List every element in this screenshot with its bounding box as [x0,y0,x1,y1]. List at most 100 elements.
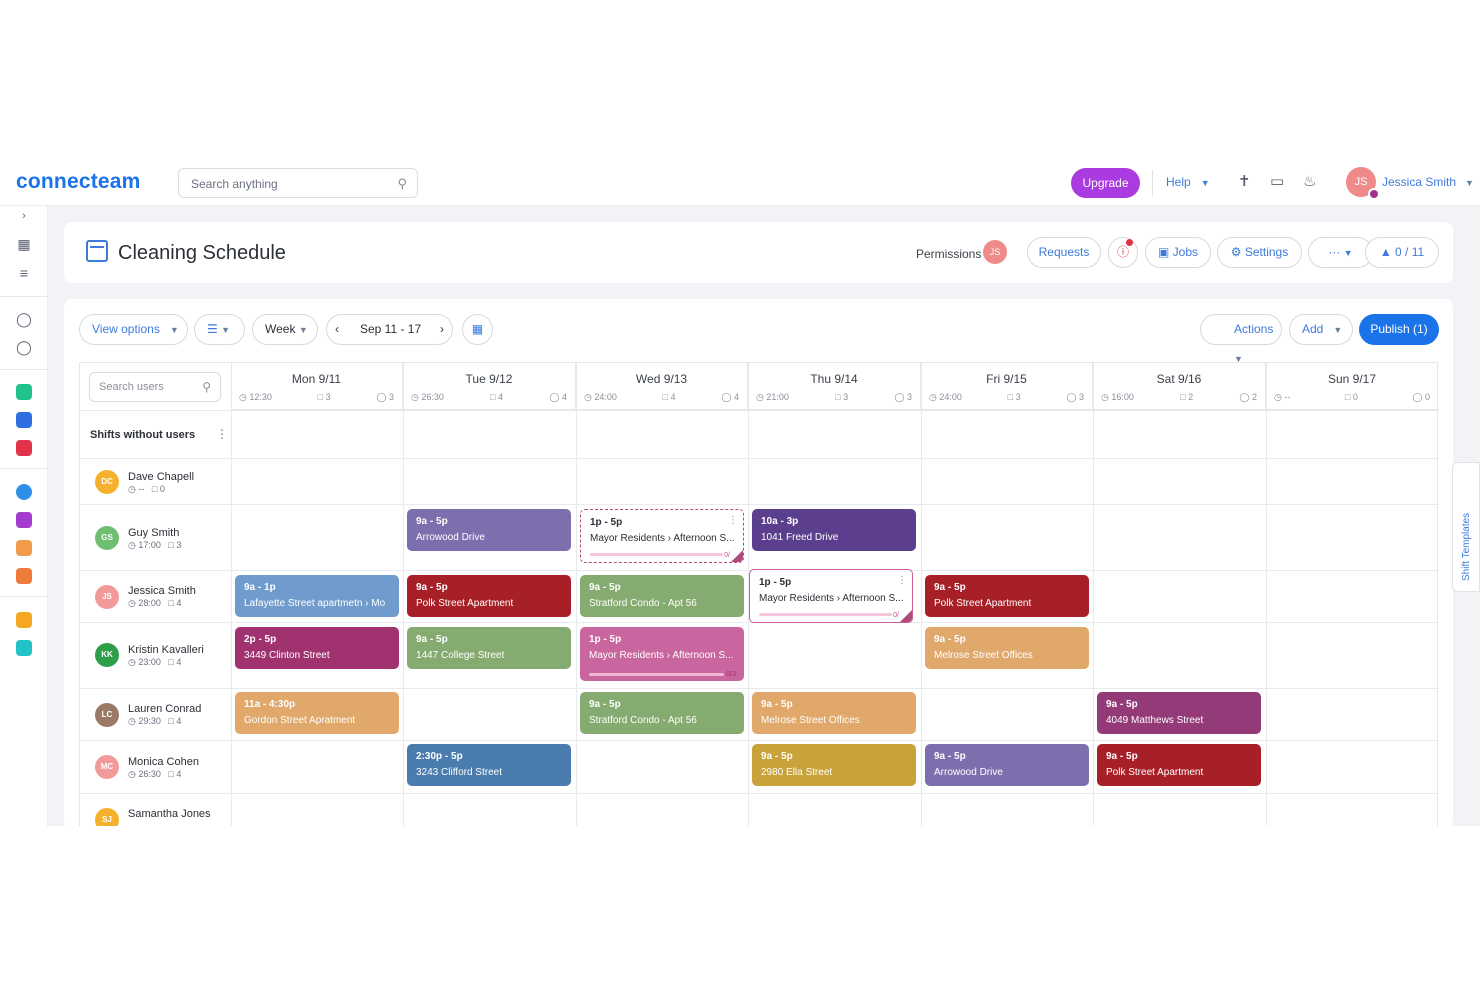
clock-icon: ◷ 24:00 [584,392,617,402]
divider [0,296,48,297]
avatar[interactable]: JS [95,585,119,609]
user-search-input[interactable]: Search users ⚲ [89,372,221,402]
graduation-cap-icon: ▲ [1379,245,1392,259]
app-logo[interactable]: connecteam [16,170,141,194]
quick-tasks-icon[interactable] [16,612,32,628]
shift-card[interactable]: 9a - 5p Melrose Street Offices [925,627,1089,669]
actions-dropdown[interactable]: Actions ▼ [1200,314,1282,364]
feed-icon[interactable] [16,384,32,400]
day-header-tue[interactable]: Tue 9/12 ◷ 26:30 □ 4 ◯ 4 [403,363,576,410]
shift-time: 9a - 5p [589,582,621,593]
shift-card[interactable]: 9a - 5p Polk Street Apartment [925,575,1089,617]
kebab-menu-icon[interactable]: ⋮ [216,427,228,441]
shift-card[interactable]: 9a - 5p Stratford Condo - Apt 56 [580,692,744,734]
kebab-menu-icon[interactable]: ⋮ [728,515,738,526]
day-header-sat[interactable]: Sat 9/16 ◷ 16:00 □ 2 ◯ 2 [1093,363,1266,410]
jobs-button[interactable]: ▣ Jobs [1145,237,1211,268]
avatar[interactable]: DC [95,470,119,494]
user-icon[interactable]: ◯ [14,309,34,329]
global-search-input[interactable]: Search anything ⚲ [178,168,418,198]
shift-card[interactable]: 9a - 5p Polk Street Apartment [407,575,571,617]
week-view-dropdown[interactable]: Week ▼ [252,314,318,345]
time-clock-icon[interactable] [16,484,32,500]
permissions-label[interactable]: Permissions [916,247,981,261]
day-header-wed[interactable]: Wed 9/13 ◷ 24:00 □ 4 ◯ 4 [576,363,748,410]
settings-button[interactable]: ⚙ Settings [1217,237,1302,268]
upgrade-button[interactable]: Upgrade [1071,168,1140,198]
filter-dropdown[interactable]: ☰ ▼ [194,314,245,345]
menu-icon[interactable]: ≡ [14,263,34,283]
shift-card[interactable]: 9a - 5p Melrose Street Offices [752,692,916,734]
day-header-sun[interactable]: Sun 9/17 ◷ -- □ 0 ◯ 0 [1266,363,1438,410]
user-name[interactable]: Samantha Jones [128,808,211,820]
day-header-mon[interactable]: Mon 9/11 ◷ 12:30 □ 3 ◯ 3 [231,363,403,410]
day-header-thu[interactable]: Thu 9/14 ◷ 21:00 □ 3 ◯ 3 [748,363,921,410]
bell-icon[interactable]: ♨ [1303,172,1316,190]
divider [0,468,48,469]
day-hours: 26:30 [421,392,444,402]
requests-button[interactable]: Requests [1027,237,1101,268]
add-dropdown[interactable]: Add ▼ [1289,314,1353,345]
shift-templates-tab[interactable]: Shift Templates [1452,462,1480,592]
user-name[interactable]: Guy Smith [128,527,179,539]
help-menu[interactable]: Help ▼ [1166,175,1210,189]
day-hours: 12:30 [249,392,272,402]
shift-card[interactable]: 9a - 5p 2980 Ella Street [752,744,916,786]
avatar[interactable]: KK [95,643,119,667]
shift-card[interactable]: 2p - 5p 3449 Clinton Street [235,627,399,669]
shift-card[interactable]: 9a - 5p 4049 Matthews Street [1097,692,1261,734]
user-name[interactable]: Kristin Kavalleri [128,644,204,656]
shift-card[interactable]: 1p - 5p Mayor Residents › Afternoon S...… [580,627,744,681]
shift-card[interactable]: 2:30p - 5p 3243 Clifford Street [407,744,571,786]
avatar[interactable]: SJ [95,808,119,826]
shift-location: Stratford Condo - Apt 56 [589,598,697,609]
shift-card[interactable]: 9a - 1p Lafayette Street apartmetn › Mo [235,575,399,617]
user-name[interactable]: Lauren Conrad [128,703,201,715]
user-name[interactable]: Dave Chapell [128,471,194,483]
previous-week-icon[interactable]: ‹ [335,315,339,344]
chat-icon[interactable]: ▭ [1270,172,1284,190]
open-shift-card[interactable]: 1p - 5p Mayor Residents › Afternoon S...… [749,569,913,623]
users-icon: ◯ 3 [376,392,394,402]
tasks-icon[interactable] [16,568,32,584]
open-shift-card[interactable]: 1p - 5p Mayor Residents › Afternoon S...… [580,509,744,563]
permissions-avatar[interactable]: JS [983,240,1007,264]
shift-time: 1p - 5p [759,577,792,588]
users-icon[interactable]: ◯ [14,337,34,357]
onboarding-progress-button[interactable]: ▲ 0 / 11 [1365,237,1439,268]
user-avatar[interactable]: JS [1346,167,1380,200]
view-options-dropdown[interactable]: View options ▼ [79,314,188,345]
user-name[interactable]: Jessica Smith [128,585,196,597]
shift-card[interactable]: 10a - 3p 1041 Freed Drive [752,509,916,551]
knowledge-icon[interactable] [16,640,32,656]
calendar-picker-button[interactable]: ▦ [462,314,493,345]
alerts-button[interactable]: ⓘ [1108,237,1138,268]
shift-card[interactable]: 9a - 5p Stratford Condo - Apt 56 [580,575,744,617]
avatar[interactable]: LC [95,703,119,727]
shift-card[interactable]: 9a - 5p Arrowood Drive [925,744,1089,786]
directory-icon[interactable] [16,440,32,456]
shift-card[interactable]: 9a - 5p Polk Street Apartment [1097,744,1261,786]
kebab-menu-icon[interactable]: ⋮ [897,575,907,586]
more-options-button[interactable]: ··· ▼ [1308,237,1373,268]
publish-button[interactable]: Publish (1) [1359,314,1439,345]
grid-icon[interactable]: ▦ [14,234,34,254]
avatar[interactable]: GS [95,526,119,550]
day-header-fri[interactable]: Fri 9/15 ◷ 24:00 □ 3 ◯ 3 [921,363,1093,410]
shift-card[interactable]: 9a - 5p 1447 College Street [407,627,571,669]
avatar[interactable]: MC [95,755,119,779]
user-menu[interactable]: Jessica Smith ▼ [1382,175,1474,189]
chat-icon[interactable] [16,412,32,428]
expand-sidebar-icon[interactable]: › [14,206,34,226]
schedule-icon[interactable] [16,540,32,556]
date-range-navigator[interactable]: ‹ Sep 11 - 17 › [326,314,453,345]
accessibility-icon[interactable]: ✝ [1238,172,1251,190]
forms-icon[interactable] [16,512,32,528]
next-week-icon[interactable]: › [440,315,444,344]
shift-card[interactable]: 9a - 5p Arrowood Drive [407,509,571,551]
user-name[interactable]: Monica Cohen [128,756,199,768]
shift-card[interactable]: 11a - 4:30p Gordon Street Apratment [235,692,399,734]
day-label: Wed 9/13 [635,372,688,386]
user-hours: 17:00 [138,540,161,550]
more-label: ··· [1328,245,1341,259]
